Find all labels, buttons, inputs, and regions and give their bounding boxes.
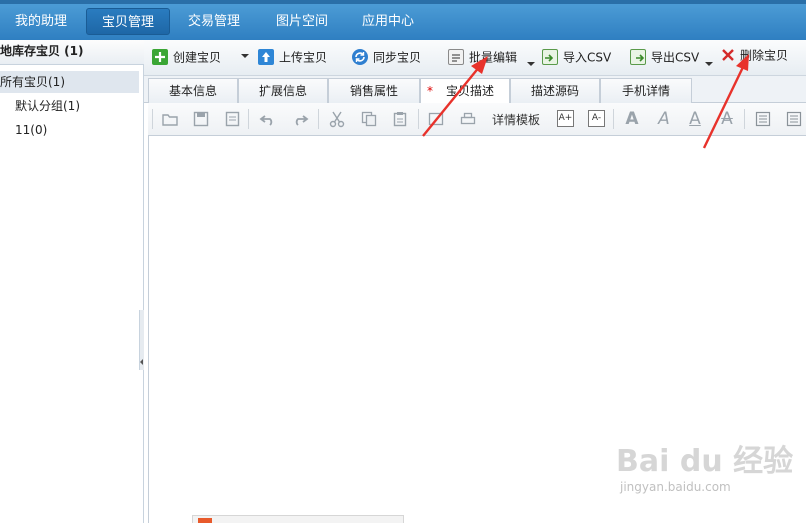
font-style-icon[interactable]: A	[623, 110, 641, 128]
create-dropdown-icon[interactable]	[241, 54, 249, 58]
save-as-icon[interactable]	[224, 110, 242, 128]
delete-item-label: 删除宝贝	[740, 48, 789, 63]
font-increase-icon[interactable]: A+	[557, 110, 574, 127]
delete-x-icon	[721, 47, 735, 63]
batch-edit-icon	[448, 48, 464, 65]
upload-item-label: 上传宝贝	[279, 50, 328, 65]
undo-icon[interactable]	[259, 110, 277, 128]
collapse-arrow-icon[interactable]	[140, 359, 143, 365]
editor-toolbar: 详情模板 A+ A- A A A A	[148, 103, 806, 136]
batch-edit-dropdown-icon[interactable]	[527, 62, 535, 66]
top-strip	[0, 0, 806, 4]
toolbar-separator	[613, 109, 614, 129]
tab-sales-attributes[interactable]: 销售属性	[328, 78, 420, 103]
tab-item-description[interactable]: * 宝贝描述	[420, 78, 510, 104]
toolbar-separator	[152, 109, 153, 129]
sidebar-title: 地库存宝贝 (1)	[0, 40, 144, 65]
create-item-label: 创建宝贝	[173, 50, 222, 65]
nav-item-management[interactable]: 宝贝管理	[86, 8, 170, 35]
batch-edit-label: 批量编辑	[469, 50, 518, 65]
font-decrease-icon[interactable]: A-	[588, 110, 605, 127]
nav-trade-management[interactable]: 交易管理	[178, 8, 250, 35]
tab-mobile-details[interactable]: 手机详情	[600, 78, 692, 103]
toolbar-separator	[744, 109, 745, 129]
modified-marker: *	[427, 84, 433, 98]
save-icon[interactable]	[192, 110, 210, 128]
redo-icon[interactable]	[291, 110, 309, 128]
main-toolbar: 创建宝贝 上传宝贝 同步宝贝 批量编辑 导入CSV 导出CSV 删除宝贝	[144, 40, 806, 76]
sync-item-button[interactable]: 同步宝贝	[352, 46, 421, 68]
toolbar-separator	[318, 109, 319, 129]
paste-icon[interactable]	[391, 110, 409, 128]
nav-image-space[interactable]: 图片空间	[266, 8, 338, 35]
toolbar-separator	[418, 109, 419, 129]
sync-icon	[352, 48, 368, 65]
plus-icon	[152, 48, 168, 65]
toolbar-separator	[248, 109, 249, 129]
watermark: Bai du 经验 jingyan.baidu.com	[616, 436, 794, 496]
image-insert-icon[interactable]	[427, 110, 445, 128]
align-center-icon[interactable]	[785, 110, 803, 128]
tab-extended-info[interactable]: 扩展信息	[238, 78, 328, 103]
export-csv-icon	[630, 48, 646, 65]
watermark-logo: Bai du 经验	[616, 444, 794, 479]
bottom-panel-tab[interactable]	[192, 515, 404, 523]
strikethrough-icon[interactable]: A	[718, 110, 736, 128]
tree-item-all[interactable]: 所有宝贝(1)	[0, 71, 139, 93]
export-csv-label: 导出CSV	[651, 50, 700, 65]
print-icon[interactable]	[459, 110, 477, 128]
app-icon	[198, 518, 212, 523]
nav-app-center[interactable]: 应用中心	[352, 8, 424, 35]
nav-my-assistant[interactable]: 我的助理	[6, 8, 76, 35]
cut-icon[interactable]	[328, 110, 346, 128]
italic-icon[interactable]: A	[655, 110, 673, 128]
import-csv-button[interactable]: 导入CSV	[542, 46, 611, 68]
tab-description-source[interactable]: 描述源码	[510, 78, 600, 103]
tree-item-default-group[interactable]: 默认分组(1)	[15, 95, 80, 117]
create-item-button[interactable]: 创建宝贝	[152, 46, 221, 68]
export-csv-dropdown-icon[interactable]	[705, 62, 713, 66]
upload-item-button[interactable]: 上传宝贝	[258, 46, 327, 68]
watermark-url: jingyan.baidu.com	[620, 480, 731, 494]
tab-bar: 基本信息 扩展信息 销售属性 * 宝贝描述 描述源码 手机详情	[144, 76, 806, 104]
delete-item-button[interactable]: 删除宝贝	[721, 44, 788, 66]
tree-item-11[interactable]: 11(0)	[15, 119, 47, 141]
tab-item-description-label: 宝贝描述	[445, 84, 494, 98]
open-folder-icon[interactable]	[161, 110, 179, 128]
underline-icon[interactable]: A	[686, 110, 704, 128]
upload-icon	[258, 48, 274, 65]
top-navigation: 我的助理 宝贝管理 交易管理 图片空间 应用中心	[0, 0, 806, 40]
batch-edit-button[interactable]: 批量编辑	[448, 46, 517, 68]
sync-item-label: 同步宝贝	[373, 50, 422, 65]
copy-icon[interactable]	[360, 110, 378, 128]
detail-template-button[interactable]: 详情模板	[492, 111, 540, 128]
sidebar: 地库存宝贝 (1) 所有宝贝(1) 默认分组(1) 11(0)	[0, 40, 144, 523]
align-left-icon[interactable]	[754, 110, 772, 128]
tab-basic-info[interactable]: 基本信息	[148, 78, 238, 103]
import-csv-icon	[542, 48, 558, 65]
export-csv-button[interactable]: 导出CSV	[630, 46, 699, 68]
import-csv-label: 导入CSV	[563, 50, 612, 65]
